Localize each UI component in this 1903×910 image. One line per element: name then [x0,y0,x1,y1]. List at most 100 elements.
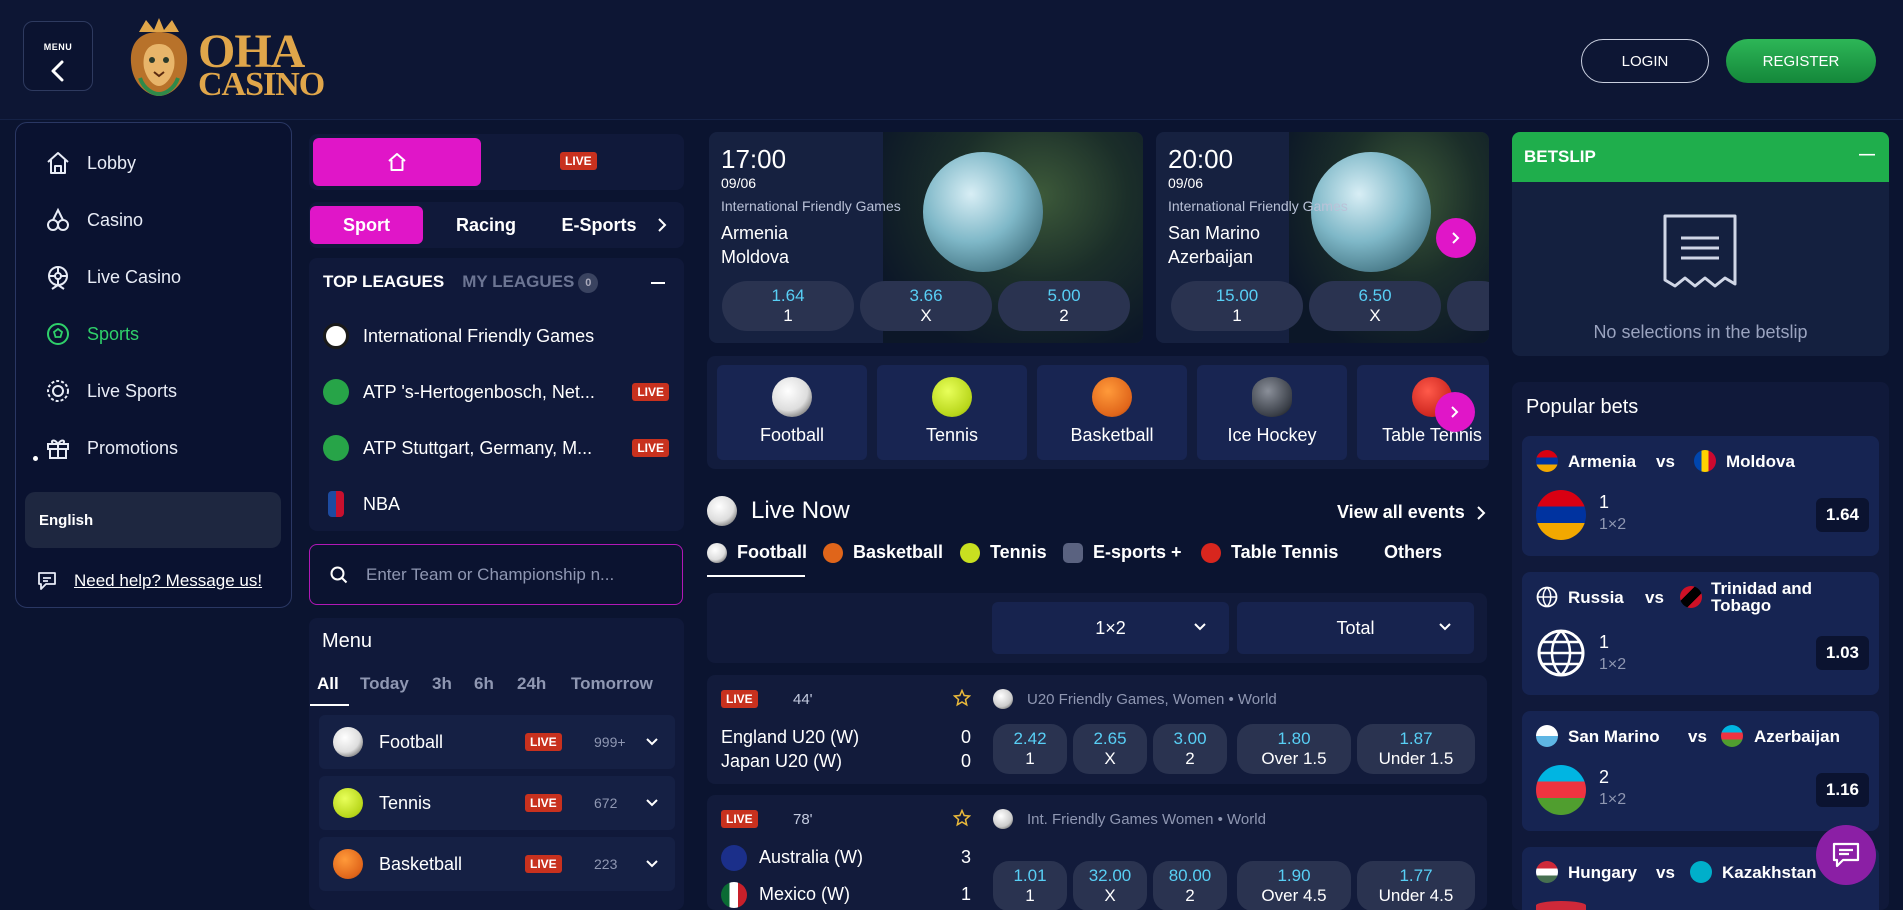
chevron-down-icon[interactable] [645,859,659,869]
odds-label: Under 4.5 [1378,886,1454,905]
league-name: International Friendly Games [363,325,595,346]
odds-button[interactable]: 1.64 1 [722,281,854,331]
nba-icon [328,491,344,517]
category-next-button[interactable] [1435,392,1475,432]
odds-button[interactable]: 1.01 1 [993,861,1067,910]
category-label: Ice Hockey [1227,425,1317,445]
bet-odds-button[interactable]: 1.64 [1815,498,1869,532]
league-item[interactable]: NBA [323,484,673,524]
home-tab[interactable] [313,138,481,186]
active-indicator-dot [33,456,38,461]
tennis-ball-icon [333,788,363,818]
odds-button[interactable]: 2.65 X [1073,724,1147,774]
popular-bet-card[interactable]: San Marino vs Azerbaijan 2 1×2 1.16 [1522,711,1879,831]
sidebar-item-sports[interactable]: Sports [43,314,139,354]
star-favorite-icon[interactable] [953,809,971,827]
odds-button[interactable]: 2.42 1 [993,724,1067,774]
sidebar-item-casino[interactable]: Casino [43,200,143,240]
odds-button[interactable]: 5.00 2 [998,281,1130,331]
category-ice-hockey[interactable]: Ice Hockey [1197,365,1347,460]
sidebar-item-lobby[interactable]: Lobby [43,143,136,183]
live-tab-others[interactable]: Others [1384,542,1442,563]
live-event-row[interactable]: LIVE 44' U20 Friendly Games, Women • Wor… [707,675,1487,784]
odds-button[interactable]: 1.90 Over 4.5 [1237,861,1351,910]
live-chat-button[interactable] [1816,825,1876,885]
chevron-right-icon[interactable] [656,217,668,233]
tab-esports[interactable]: E-Sports [549,206,649,244]
featured-match-card[interactable]: 17:00 09/06 International Friendly Games… [709,132,1143,343]
odds-button[interactable]: 1.87 Under 1.5 [1357,724,1475,774]
odds-button[interactable]: 1.77 Under 4.5 [1357,861,1475,910]
oha-casino-logo[interactable]: OHA CASINO [124,18,325,103]
menu-sport-tennis[interactable]: Tennis LIVE 672 [319,776,675,830]
odds-button[interactable]: 32.00 X [1073,861,1147,910]
odds-button[interactable]: 1.80 Over 1.5 [1237,724,1351,774]
event-count: 672 [594,795,618,811]
menu-toggle-button[interactable]: MENU [23,21,93,91]
tab-racing[interactable]: Racing [436,206,536,244]
popular-bet-card[interactable]: Armenia vs Moldova 1 1×2 1.64 [1522,436,1879,556]
menu-sport-basketball[interactable]: Basketball LIVE 223 [319,837,675,891]
tab-top-leagues[interactable]: TOP LEAGUES [323,272,444,291]
category-tennis[interactable]: Tennis [877,365,1027,460]
menu-label: MENU [43,42,73,52]
collapse-icon[interactable]: — [1859,146,1875,164]
league-item[interactable]: ATP Stuttgart, Germany, M... LIVE [323,428,673,468]
category-football[interactable]: Football [717,365,867,460]
live-event-row[interactable]: LIVE 78' Int. Friendly Games Women • Wor… [707,795,1487,910]
odds-value: 15.00 [1215,286,1259,305]
live-tab[interactable]: LIVE [560,152,597,170]
odds-label: X [1104,886,1116,905]
live-badge: LIVE [525,855,562,873]
odds-value: 2.65 [1093,729,1127,748]
odds-button[interactable]: 6.50 X [1309,281,1441,331]
market-select-total[interactable]: Total [1237,602,1474,654]
away-team: Kazakhstan [1722,863,1817,882]
bet-odds-button[interactable]: 1.03 [1815,636,1869,670]
live-tab-football[interactable]: Football [707,542,807,563]
odds-button[interactable]: 3.66 X [860,281,992,331]
odds-button[interactable]: 15.00 1 [1171,281,1303,331]
odds-button[interactable]: 3.00 2 [1153,724,1227,774]
menu-sport-football[interactable]: Football LIVE 999+ [319,715,675,769]
bet-odds-button[interactable]: 1.16 [1815,773,1869,807]
league-item[interactable]: International Friendly Games [323,316,673,356]
filter-3h[interactable]: 3h [432,674,452,694]
carousel-next-button[interactable] [1436,218,1476,258]
view-all-events-link[interactable]: View all events [1337,502,1487,523]
live-tab-table-tennis[interactable]: Table Tennis [1201,542,1338,563]
league-item[interactable]: ATP 's-Hertogenbosch, Net... LIVE [323,372,673,412]
home-team: Armenia [721,223,789,243]
register-button[interactable]: REGISTER [1726,39,1876,83]
chevron-down-icon[interactable] [645,798,659,808]
betslip-header[interactable]: BETSLIP — [1512,132,1889,182]
filter-24h[interactable]: 24h [517,674,546,694]
chevron-down-icon[interactable] [645,737,659,747]
filter-all[interactable]: All [317,674,339,694]
featured-match-card[interactable]: 20:00 09/06 International Friendly Games… [1156,132,1489,343]
tennis-ball-icon [960,542,980,563]
tab-sport[interactable]: Sport [310,206,423,244]
sidebar-item-promotions[interactable]: Promotions [43,428,178,468]
odds-button[interactable] [1447,281,1489,331]
live-tab-basketball[interactable]: Basketball [823,542,943,563]
language-selector[interactable]: English [25,492,281,548]
sidebar-item-live-casino[interactable]: Live Casino [43,257,181,297]
live-tab-tennis[interactable]: Tennis [960,542,1047,563]
help-link[interactable]: Need help? Message us! [36,569,262,593]
live-tab-esports[interactable]: E-sports + [1063,542,1182,563]
filter-today[interactable]: Today [360,674,409,694]
odds-button[interactable]: 80.00 2 [1153,861,1227,910]
collapse-icon[interactable] [651,282,665,286]
filter-tomorrow[interactable]: Tomorrow [571,674,653,694]
login-button[interactable]: LOGIN [1581,39,1709,83]
tab-my-leagues[interactable]: MY LEAGUES [462,272,574,291]
category-basketball[interactable]: Basketball [1037,365,1187,460]
filter-6h[interactable]: 6h [474,674,494,694]
team-search-input[interactable]: Enter Team or Championship n... [309,544,683,605]
sidebar-item-live-sports[interactable]: Live Sports [43,371,177,411]
market-select-1x2[interactable]: 1×2 [992,602,1229,654]
popular-bet-card[interactable]: Russia vs Trinidad and Tobago 1 1×2 1.03 [1522,572,1879,695]
odds-label: 1 [1025,886,1035,905]
star-favorite-icon[interactable] [953,689,971,707]
